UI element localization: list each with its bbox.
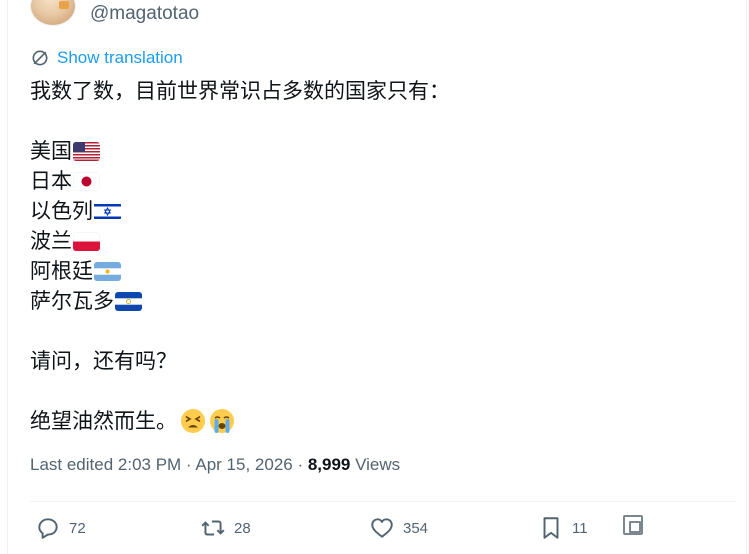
country-item: 以色列 <box>30 196 450 226</box>
country-name: 萨尔瓦多 <box>30 289 114 313</box>
show-translation-label: Show translation <box>57 48 183 67</box>
avatar[interactable] <box>30 0 76 26</box>
share-button[interactable] <box>615 515 643 535</box>
bookmark-count: 11 <box>572 519 588 537</box>
repost-count: 28 <box>234 519 251 537</box>
left-border <box>7 0 8 554</box>
post-intro: 我数了数，目前世界常识占多数的国家只有： <box>30 79 450 103</box>
il-flag-icon <box>94 201 121 221</box>
translate-icon <box>32 50 48 66</box>
country-item: 阿根廷 <box>30 256 450 286</box>
jp-flag-icon <box>73 171 100 191</box>
reply-icon <box>38 518 58 539</box>
views-count: 8,999 <box>307 455 351 474</box>
post-question: 请问，还有吗？ <box>30 349 177 373</box>
author-handle[interactable]: @magatotao <box>90 3 199 25</box>
sv-flag-icon <box>115 291 142 311</box>
bookmark-button[interactable]: 11 <box>538 515 588 541</box>
like-button[interactable]: 354 <box>369 515 428 541</box>
edited-timestamp[interactable]: Last edited 2:03 PM · Apr 15, 2026 · <box>30 455 308 474</box>
share-icon <box>623 515 643 535</box>
country-name: 日本 <box>30 169 72 193</box>
country-name: 阿根廷 <box>30 259 93 283</box>
show-translation-link[interactable]: Show translation <box>30 48 183 68</box>
post-text: 我数了数，目前世界常识占多数的国家只有： 美国 日本 以色列 波兰 阿根廷 萨尔… <box>30 76 450 436</box>
repost-button[interactable]: 28 <box>200 515 251 541</box>
like-count: 354 <box>403 519 429 537</box>
post-closing-line: 绝望油然而生。 <box>30 406 450 436</box>
country-item: 波兰 <box>30 226 450 256</box>
loudly-crying-face-emoji-icon <box>210 409 234 433</box>
country-item: 日本 <box>30 166 450 196</box>
views-label: Views <box>350 455 401 474</box>
reply-button[interactable]: 72 <box>35 515 86 541</box>
post-closing: 绝望油然而生。 <box>30 409 177 433</box>
country-name: 以色列 <box>30 199 93 223</box>
bookmark-icon <box>543 517 559 539</box>
right-border <box>746 0 747 554</box>
reply-count: 72 <box>69 519 86 537</box>
pl-flag-icon <box>73 231 100 251</box>
country-item: 美国 <box>30 136 450 166</box>
country-item: 萨尔瓦多 <box>30 286 450 316</box>
country-name: 美国 <box>30 139 72 163</box>
action-bar: 72 28 354 11 <box>30 515 746 551</box>
country-name: 波兰 <box>30 229 72 253</box>
post-meta: Last edited 2:03 PM · Apr 15, 2026 · 8,9… <box>30 455 400 475</box>
us-flag-icon <box>73 141 100 161</box>
post-header: @magatotao <box>30 0 199 26</box>
tired-face-emoji-icon <box>181 409 205 433</box>
ar-flag-icon <box>94 261 121 281</box>
repost-icon <box>201 520 225 536</box>
heart-icon <box>371 518 393 538</box>
divider <box>30 501 736 502</box>
